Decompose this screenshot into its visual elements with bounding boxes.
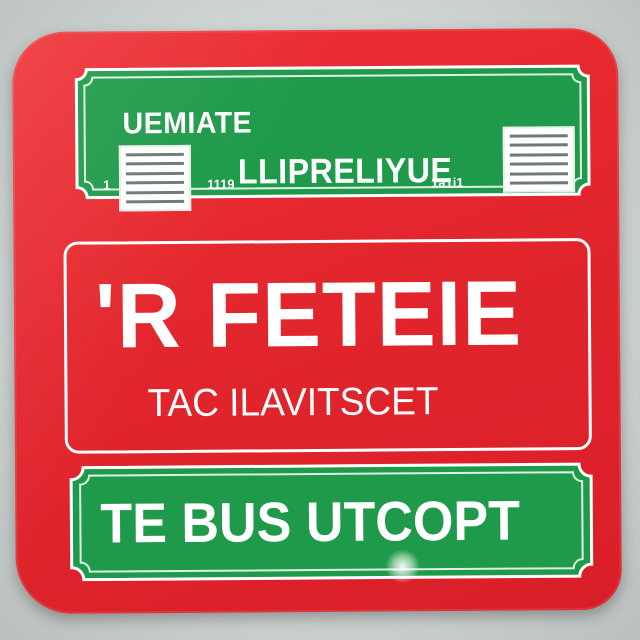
small-mark: 1a1i1	[430, 174, 464, 191]
sign-board: UEMIATE LLIPRELIYUE 1 1119 1a1i1 0 'R FE…	[11, 27, 623, 615]
bottom-green-panel: TE BUS UTCOPT	[67, 460, 596, 584]
document-lines-icon	[502, 126, 576, 193]
top-green-panel: UEMIATE LLIPRELIYUE 1 1119 1a1i1 0	[72, 62, 593, 212]
middle-panel-subtitle: TAC ILAVITSCET	[147, 380, 439, 426]
top-panel-subtitle: LLIPRELIYUE	[237, 151, 453, 192]
small-mark: 0	[502, 174, 511, 190]
middle-panel-title: 'R FETEIE	[94, 262, 523, 368]
top-panel-title: UEMIATE	[122, 106, 253, 141]
small-mark: 1119	[206, 176, 235, 192]
bottom-panel-title: TE BUS UTCOPT	[100, 488, 521, 555]
light-glare	[385, 549, 420, 584]
small-mark: 1	[102, 177, 111, 193]
document-lines-icon	[118, 144, 192, 212]
middle-red-panel: 'R FETEIE TAC ILAVITSCET	[63, 238, 592, 454]
